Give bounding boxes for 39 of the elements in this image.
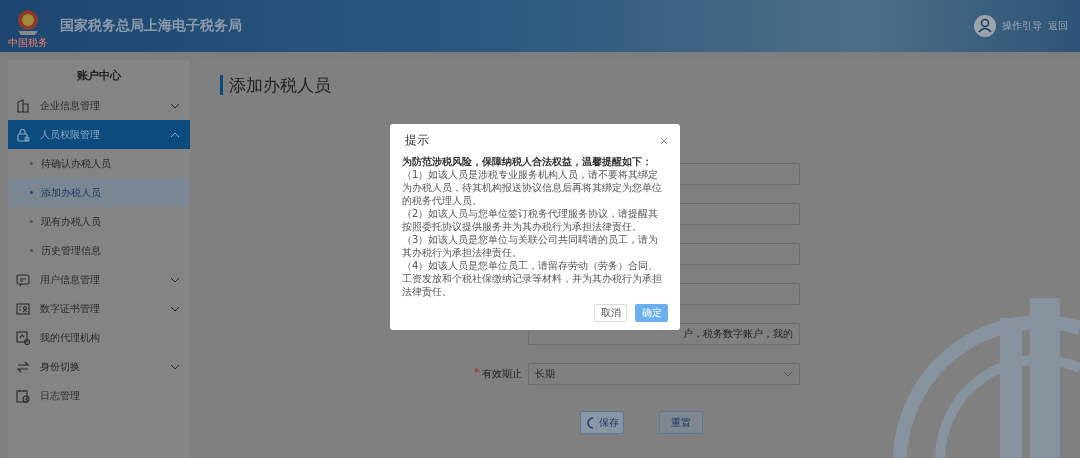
chevron-icon (783, 371, 793, 377)
field-label: 有效期止 (482, 367, 522, 381)
dialog-paragraph: （2）如该人员与您单位签订税务代理服务协议，请提醒其按照委托协议提供服务并为其办税行为承担法律责任。 (402, 207, 660, 233)
sidebar-subitem[interactable]: 添加办税人员 (8, 178, 190, 207)
sidebar-title: 账户中心 (76, 68, 122, 84)
dialog-paragraph: （4）如该人员是您单位员工，请留存劳动（劳务）合同、工资发放和个税社保缴纳记录等材料，并为其办税行为承担法律责任。 (402, 259, 663, 298)
sidebar-item[interactable]: 人员权限管理 (8, 120, 190, 149)
log-icon (16, 388, 30, 403)
sidebar-subitem[interactable]: 历史管理信息 (8, 236, 190, 265)
form-button[interactable]: 保存 (580, 411, 624, 434)
dialog-paragraph: （1）如该人员是涉税专业服务机构人员，请不要将其绑定为办税人员，待其机构报送协议信息后再将其绑定为您单位的税务代理人员。 (402, 168, 663, 207)
close-icon[interactable] (660, 136, 668, 145)
dialog-title: 提示 (404, 132, 429, 149)
logo-caption: 中国税务 (8, 36, 48, 48)
required-mark: * (474, 367, 479, 380)
cancel-button[interactable]: 取消 (594, 304, 627, 322)
user-avatar-icon[interactable] (974, 15, 996, 37)
site-title: 国家税务总局上海电子税务局 (60, 17, 243, 35)
building-icon (16, 98, 30, 113)
dialog-paragraph: （3）如该人员是您单位与关联公司共同聘请的员工，请为其办税行为承担法律责任。 (402, 233, 660, 259)
sidebar-item[interactable]: 企业信息管理 (8, 91, 190, 120)
form-button[interactable]: 重置 (659, 411, 703, 434)
sidebar-item[interactable]: 我的代理机构 (8, 323, 190, 352)
sidebar-item[interactable]: 数字证书管理 (8, 294, 190, 323)
select-field[interactable]: 长期 (528, 363, 800, 385)
sidebar-item[interactable]: 日志管理 (8, 381, 190, 410)
header-link[interactable]: 返回 (1048, 19, 1068, 33)
page-title: 添加办税人员 (220, 75, 1080, 95)
cert-icon (16, 301, 30, 316)
sidebar-subitem[interactable]: 现有办税人员 (8, 207, 190, 236)
header-link[interactable]: 操作引导 (1002, 19, 1042, 33)
lock-icon (16, 127, 30, 142)
confirm-button[interactable]: 确定 (635, 304, 668, 322)
card-icon (16, 272, 30, 287)
switch-icon (16, 359, 30, 374)
sidebar-item[interactable]: 用户信息管理 (8, 265, 190, 294)
sidebar-subitem[interactable]: 待确认办税人员 (8, 149, 190, 178)
dialog-heading: 为防范涉税风险，保障纳税人合法权益，温馨提醒如下： (402, 155, 653, 168)
sidebar-item[interactable]: 身份切换 (8, 352, 190, 381)
